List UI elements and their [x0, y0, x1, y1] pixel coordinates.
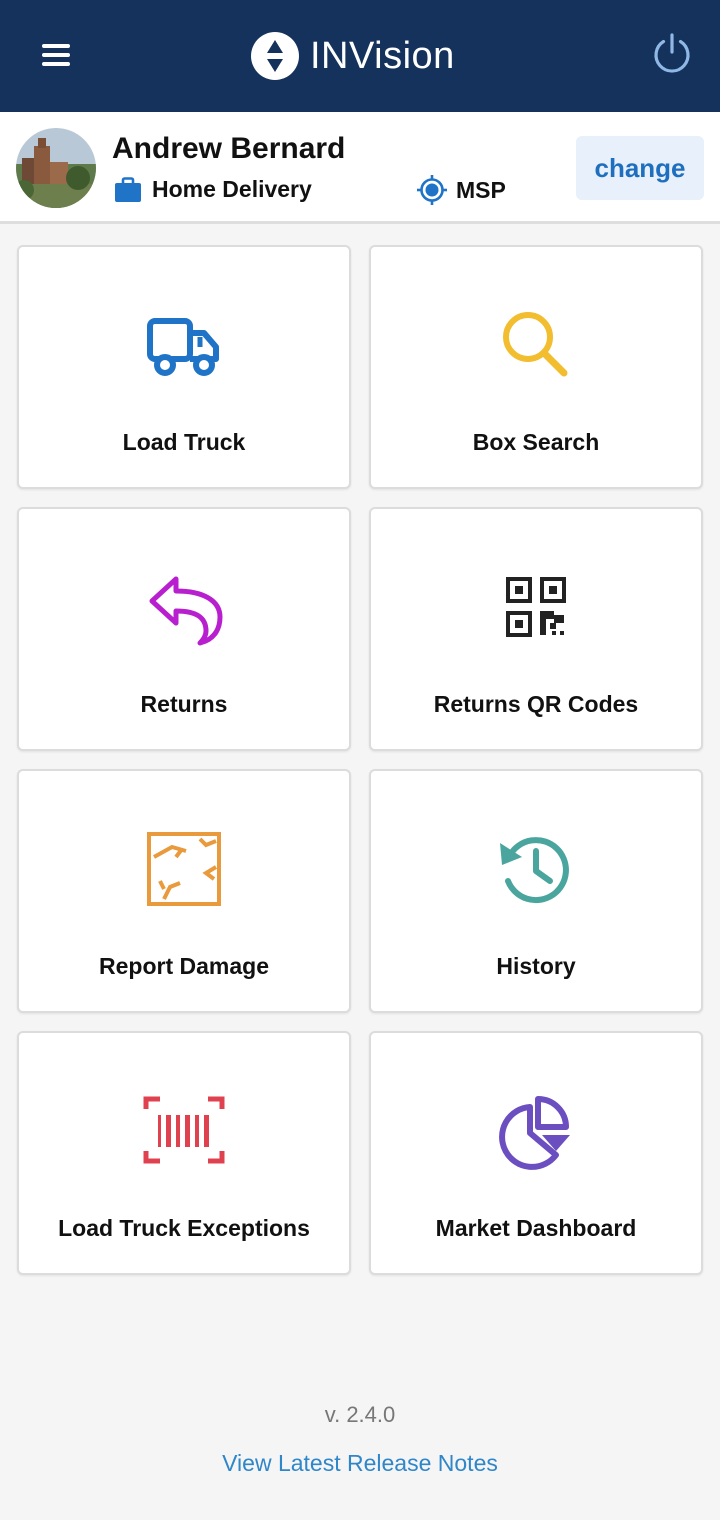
location-label: MSP	[456, 176, 506, 203]
app-brand: INVision	[250, 30, 455, 82]
tile-load-truck-exceptions[interactable]: Load Truck Exceptions	[17, 1031, 351, 1275]
tile-load-truck[interactable]: Load Truck	[17, 245, 351, 489]
invision-logo-icon	[251, 32, 299, 80]
profile-bar: Andrew Bernard Home Delivery MSP change	[0, 112, 720, 224]
tile-report-damage[interactable]: Report Damage	[17, 769, 351, 1013]
damaged-box-icon	[147, 832, 221, 906]
avatar[interactable]	[16, 128, 96, 208]
tile-returns-qr-codes[interactable]: Returns QR Codes	[369, 507, 703, 751]
department: Home Delivery	[114, 176, 312, 203]
tile-market-dashboard[interactable]: Market Dashboard	[369, 1031, 703, 1275]
magnifier-icon	[503, 312, 568, 377]
tile-label: Market Dashboard	[435, 1215, 637, 1241]
tile-label: Load Truck Exceptions	[58, 1215, 310, 1241]
department-label: Home Delivery	[152, 176, 312, 202]
qr-code-icon	[506, 577, 566, 637]
hamburger-menu-icon[interactable]	[38, 38, 74, 70]
tile-label: Report Damage	[99, 953, 269, 979]
tile-label: Returns QR Codes	[433, 691, 639, 717]
tile-history[interactable]: History	[369, 769, 703, 1013]
barcode-scan-icon	[143, 1096, 225, 1164]
app-title: INVision	[310, 34, 455, 77]
pie-chart-icon	[499, 1096, 570, 1170]
tile-returns[interactable]: Returns	[17, 507, 351, 751]
tile-label: History	[496, 953, 576, 979]
user-name: Andrew Bernard	[112, 132, 346, 165]
history-clock-icon	[500, 837, 569, 904]
change-button[interactable]: change	[576, 136, 704, 200]
tile-box-search[interactable]: Box Search	[369, 245, 703, 489]
truck-icon	[147, 318, 219, 376]
tile-label: Box Search	[472, 429, 600, 455]
return-arrow-icon	[149, 576, 223, 646]
version-label: v. 2.4.0	[324, 1402, 396, 1427]
crosshair-location-icon	[417, 175, 447, 205]
tile-label: Returns	[140, 691, 228, 717]
briefcase-icon	[115, 176, 141, 202]
release-notes-link[interactable]: View Latest Release Notes	[0, 1450, 720, 1477]
tile-label: Load Truck	[122, 429, 246, 455]
top-bar: INVision	[0, 0, 720, 112]
location: MSP	[416, 174, 506, 206]
power-icon[interactable]	[650, 31, 694, 75]
